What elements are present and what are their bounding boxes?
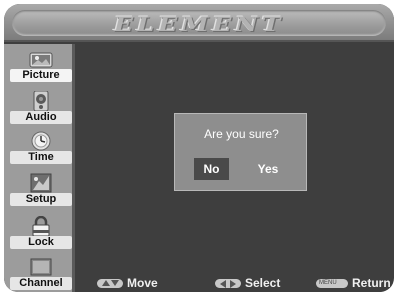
sidebar-item-label: Audio (10, 111, 72, 124)
key-hint-bar: Move Select MENU Return (75, 272, 394, 292)
menu-key-icon: MENU (316, 279, 348, 289)
no-button[interactable]: No (194, 158, 229, 180)
hint-select-label: Select (245, 276, 281, 290)
sidebar-item-setup[interactable]: Setup (10, 172, 72, 206)
brand-logo: ELEMENT (113, 12, 285, 36)
clock-icon (31, 131, 51, 151)
sidebar-item-time[interactable]: Time (10, 130, 72, 164)
menu-sidebar: Picture Audio Time Setup Lock Channel (4, 44, 75, 292)
sidebar-item-lock[interactable]: Lock (10, 215, 72, 249)
picture-icon (29, 52, 53, 68)
audio-icon (33, 91, 49, 111)
hint-return: MENU Return (316, 276, 391, 292)
hint-return-label: Return (352, 276, 391, 290)
confirm-dialog: Are you sure? No Yes (174, 113, 307, 191)
sidebar-item-audio[interactable]: Audio (10, 90, 72, 124)
menu-key-label: MENU (319, 280, 337, 287)
setup-icon (30, 173, 52, 193)
dialog-title: Are you sure? (204, 127, 279, 141)
sidebar-item-picture[interactable]: Picture (10, 48, 72, 82)
lock-icon (32, 216, 50, 236)
logo-plate: ELEMENT (12, 10, 386, 36)
sidebar-item-label: Setup (10, 193, 72, 206)
sidebar-item-label: Channel (10, 277, 72, 290)
hint-move-label: Move (127, 276, 158, 290)
yes-button[interactable]: Yes (245, 158, 291, 180)
up-down-keys-icon (97, 279, 123, 289)
top-bar: ELEMENT (4, 4, 394, 42)
hint-move: Move (97, 276, 158, 292)
left-right-keys-icon (215, 279, 241, 289)
sidebar-item-label: Time (10, 151, 72, 164)
hint-select: Select (215, 276, 280, 292)
tv-menu-screen: ELEMENT Picture Audio Time Setup Lock Ch… (4, 4, 394, 292)
sidebar-item-label: Picture (10, 69, 72, 82)
sidebar-item-channel[interactable]: Channel (10, 256, 72, 290)
sidebar-item-label: Lock (10, 236, 72, 249)
channel-icon (30, 258, 52, 276)
